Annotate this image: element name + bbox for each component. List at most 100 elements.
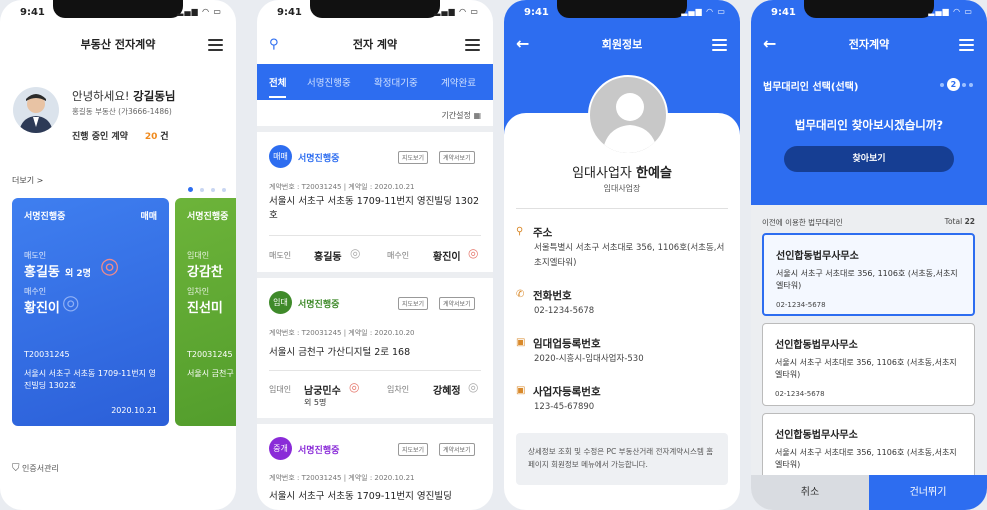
firm-address: 서울시 서초구 서초대로 356, 1106호 (서초동,서초지엘타워) — [775, 358, 957, 379]
status-bar: 9:41 ▂▄▆ ◠ ▭ — [257, 0, 493, 26]
document-button[interactable]: 계약서보기 — [439, 297, 475, 310]
card-address: 서울시 서초구 서초동 1709-11번지 영진빌딩 1302호 — [24, 369, 156, 390]
ongoing-label: 진행 중인 계약 — [72, 132, 128, 142]
tab-all[interactable]: 전체 — [269, 75, 287, 98]
divider — [269, 235, 481, 236]
total-number: 22 — [964, 217, 975, 226]
back-arrow-icon[interactable]: ← — [516, 36, 529, 52]
party2-label: 매수인 — [387, 251, 410, 260]
business-reg-label: 사업자등록번호 — [533, 386, 601, 398]
rental-reg-label: 임대업등록번호 — [533, 338, 601, 350]
party2-name: 황진이 — [433, 252, 461, 263]
contract-no: T20031245 — [187, 350, 233, 359]
menu-icon[interactable] — [465, 39, 480, 51]
card-type: 매매 — [140, 212, 157, 222]
home-screen: 9:41 ▂▄▆ ◠ ▭ 부동산 전자계약 안녕하세요! 강길동님 홍길동 부동… — [0, 0, 236, 510]
address-label: 주소 — [533, 227, 553, 239]
contract-item[interactable]: 매매 서명진행중 지도보기 계약서보기 계약번호 : T20031245 | 계… — [257, 132, 493, 272]
question-text: 법무대리인 찾아보시겠습니까? — [794, 118, 944, 132]
document-button[interactable]: 계약서보기 — [439, 443, 475, 456]
member-role: 임대사업자 — [572, 166, 632, 181]
type-badge: 임대 — [269, 291, 292, 314]
status-time: 9:41 — [20, 7, 45, 18]
party2-label: 임차인 — [387, 385, 410, 394]
type-badge: 매매 — [269, 145, 292, 168]
phone-label: 전화번호 — [533, 290, 572, 302]
member-name-line: 임대사업자 한예슬 — [504, 162, 740, 181]
search-button[interactable]: 찾아보기 — [784, 146, 954, 172]
fingerprint-icon: ◎ — [468, 380, 479, 394]
contract-card[interactable]: 서명진행중 임대인 강감찬 임차인 진선미 T20031245 서울시 금천구 — [175, 198, 236, 426]
lessee-label: 임차인 — [187, 287, 210, 296]
tab-bar: 전체 서명진행중 확정대기중 계약완료 — [257, 64, 493, 100]
total-label: Total — [944, 217, 963, 226]
firm-address: 서울시 서초구 서초대로 356, 1106호 (서초동,서초지엘타워) — [775, 448, 957, 469]
greeting-line: 안녕하세요! 강길동님 — [72, 88, 176, 104]
skip-button[interactable]: 건너뛰기 — [869, 475, 987, 510]
step-indicator: 2 — [940, 78, 973, 91]
status-icons: ▂▄▆ ◠ ▭ — [434, 7, 479, 16]
page-title: 부동산 전자계약 — [80, 38, 156, 51]
page-title: 회원정보 — [601, 38, 643, 51]
lessor-label: 임대인 — [187, 251, 210, 260]
cert-label: 인증서관리 — [22, 464, 59, 473]
fingerprint-icon: ◎ — [349, 380, 360, 394]
page-title: 전자계약 — [848, 38, 890, 51]
cancel-button[interactable]: 취소 — [751, 475, 869, 510]
user-name: 강길동님 — [133, 89, 176, 103]
page-title: 전자 계약 — [352, 38, 398, 51]
tab-pending[interactable]: 확정대기중 — [374, 75, 418, 89]
divider — [516, 208, 728, 209]
calendar-icon: ▦ — [473, 111, 481, 120]
lessor-name: 강감찬 — [187, 265, 223, 280]
step-label: 법무대리인 선택(선택) — [763, 82, 859, 93]
member-info-screen: 9:41 ▂▄▆ ◠ ▭ ← 회원정보 임대사업자 한예슬 임대사업장 ⚲ 주소… — [504, 0, 740, 510]
period-setting[interactable]: 기간설정 ▦ — [441, 110, 481, 121]
cert-management[interactable]: ⛉ 인증서관리 — [12, 463, 59, 474]
buyer-label: 매수인 — [24, 287, 47, 296]
member-name: 한예슬 — [636, 166, 672, 181]
fingerprint-icon: ◎ — [350, 246, 361, 260]
contract-list-screen: 9:41 ▂▄▆ ◠ ▭ ⚲ 전자 계약 전체 서명진행중 확정대기중 계약완료… — [257, 0, 493, 510]
fingerprint-icon: ◎ — [62, 290, 80, 314]
party1-label: 매도인 — [269, 251, 292, 260]
firm-phone: 02-1234-5678 — [775, 390, 825, 398]
status-icons: ▂▄▆ ◠ ▭ — [928, 7, 973, 16]
document-button[interactable]: 계약서보기 — [439, 151, 475, 164]
status-icons: ▂▄▆ ◠ ▭ — [177, 7, 222, 16]
card-status: 서명진행중 — [24, 212, 66, 222]
firm-card-selected[interactable]: 선인합동법무사무소 서울시 서초구 서초대로 356, 1106호 (서초동,서… — [762, 233, 975, 316]
tab-complete[interactable]: 계약완료 — [441, 75, 476, 89]
type-badge: 중개 — [269, 437, 292, 460]
firm-card[interactable]: 선인합동법무사무소 서울시 서초구 서초대로 356, 1106호 (서초동,서… — [762, 413, 975, 483]
card-status: 서명진행중 — [187, 212, 229, 222]
contract-card[interactable]: 서명진행중 매매 매도인 홍길동 외 2명 매수인 황진이 ◎ ◎ T20031… — [12, 198, 169, 426]
notice-box: 상세정보 조회 및 수정은 PC 부동산거래 전자계약시스템 홈페이지 회원정보… — [516, 433, 728, 485]
back-arrow-icon[interactable]: ← — [763, 36, 776, 52]
card-address: 서울시 금천구 — [187, 369, 234, 378]
seller-name: 홍길동 — [24, 265, 60, 280]
status-time: 9:41 — [277, 7, 302, 18]
firm-card[interactable]: 선인합동법무사무소 서울시 서초구 서초대로 356, 1106호 (서초동,서… — [762, 323, 975, 406]
ongoing-count: 20 — [144, 132, 158, 142]
status-icons: ▂▄▆ ◠ ▭ — [681, 7, 726, 16]
more-link[interactable]: 더보기 > — [12, 175, 43, 186]
contract-item[interactable]: 중개 서명진행중 지도보기 계약서보기 계약번호 : T20031245 | 계… — [257, 424, 493, 510]
ongoing-contracts[interactable]: 진행 중인 계약 20 건 — [72, 129, 169, 142]
map-button[interactable]: 지도보기 — [398, 443, 429, 456]
status-bar: 9:41 ▂▄▆ ◠ ▭ — [751, 0, 987, 26]
status-time: 9:41 — [524, 7, 549, 18]
menu-icon[interactable] — [208, 39, 223, 51]
header: ⚲ 전자 계약 — [257, 26, 493, 64]
total-count: Total 22 — [945, 217, 975, 226]
tab-signing[interactable]: 서명진행중 — [307, 75, 351, 89]
menu-icon[interactable] — [712, 39, 727, 51]
map-button[interactable]: 지도보기 — [398, 297, 429, 310]
map-button[interactable]: 지도보기 — [398, 151, 429, 164]
contract-item[interactable]: 임대 서명진행중 지도보기 계약서보기 계약번호 : T20031245 | 계… — [257, 278, 493, 418]
party2-name: 강혜정 — [433, 386, 461, 397]
menu-icon[interactable] — [959, 39, 974, 51]
search-icon[interactable]: ⚲ — [269, 26, 279, 64]
buyer-name: 황진이 — [24, 301, 60, 316]
period-label: 기간설정 — [441, 111, 471, 120]
